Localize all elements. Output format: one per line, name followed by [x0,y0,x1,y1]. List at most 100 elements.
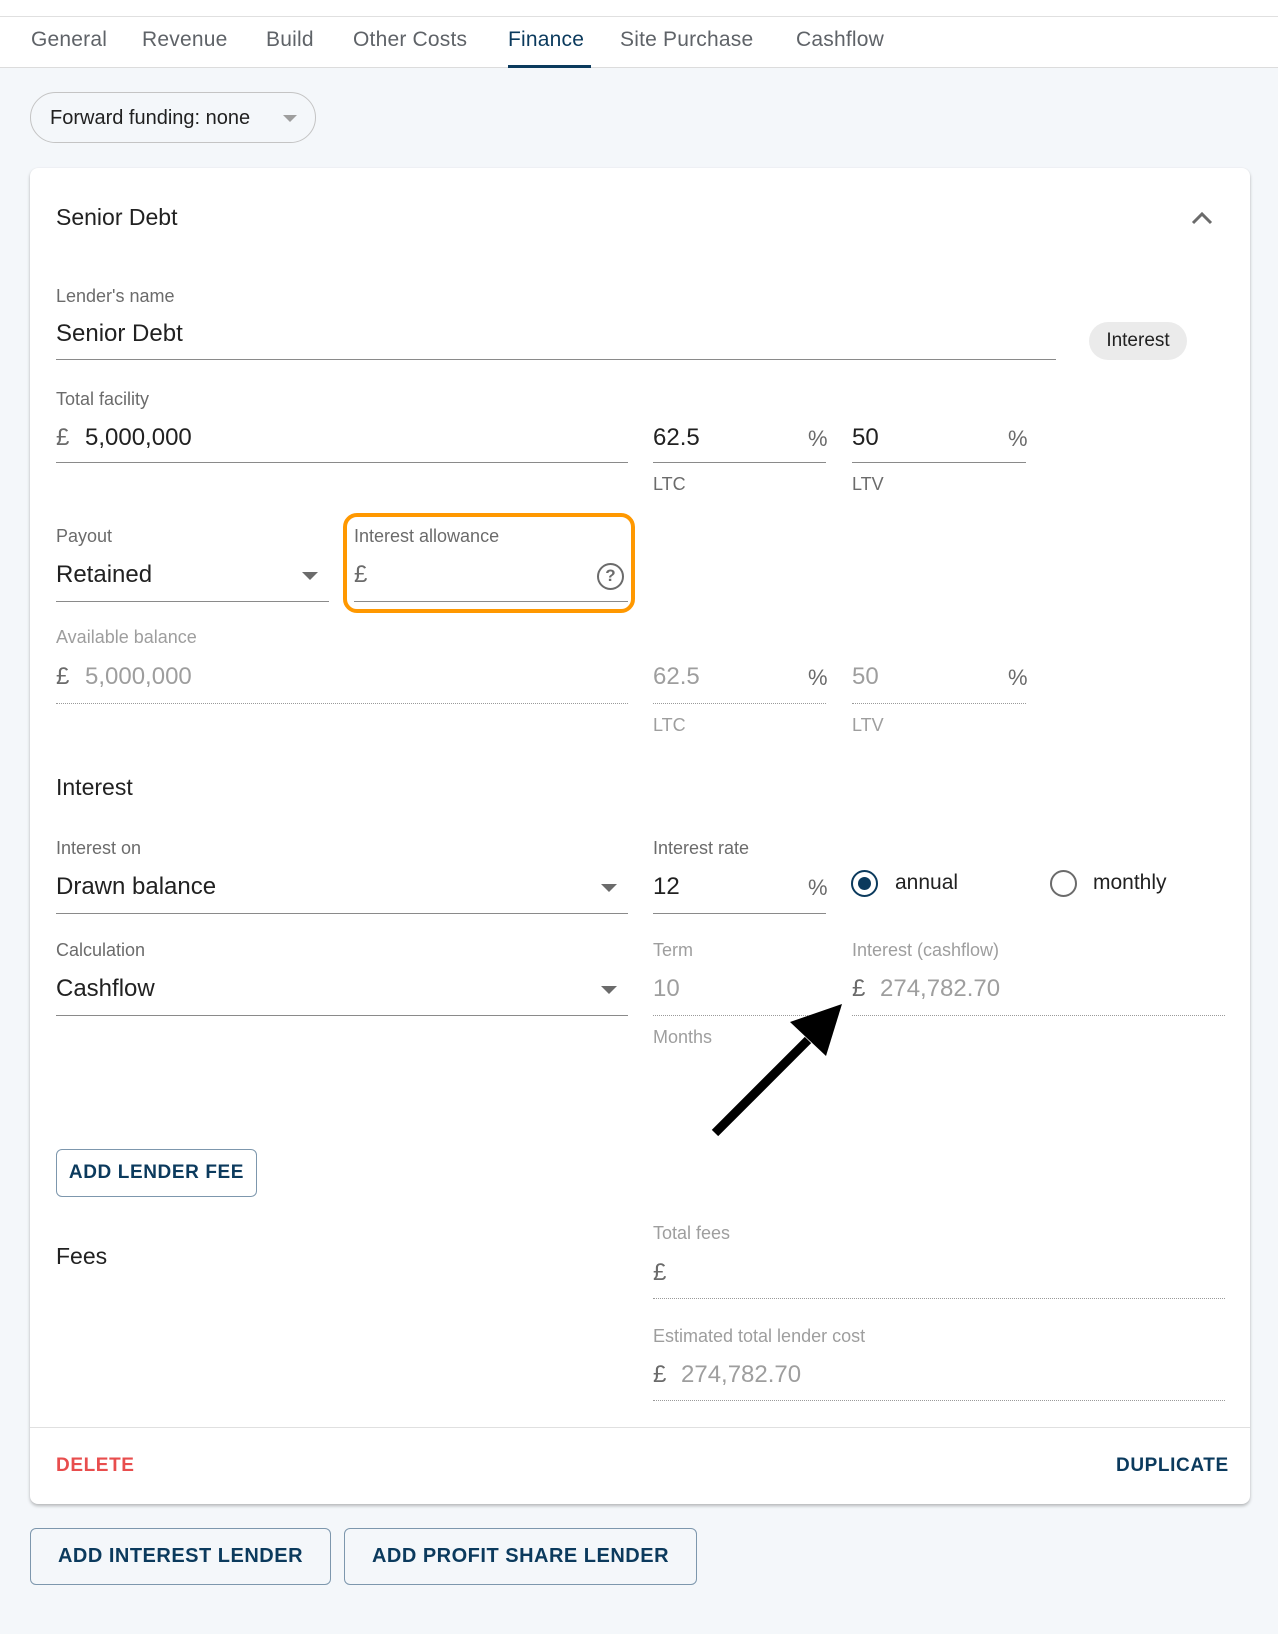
add-profit-share-lender-button[interactable]: ADD PROFIT SHARE LENDER [344,1528,697,1585]
currency-prefix: £ [653,1259,667,1286]
calculation-select[interactable]: Cashflow [56,964,628,1014]
available-ltc-value: 62.5 [653,663,700,690]
total-fees-label: Total fees [653,1223,731,1243]
lender-name-input[interactable]: Senior Debt [56,308,1056,360]
forward-funding-label: Forward funding: none [50,107,251,129]
tab-other-costs[interactable]: Other Costs [353,28,467,52]
estimated-total-lender-cost-label: Estimated total lender cost [653,1326,866,1346]
interest-rate-underline [653,913,826,914]
tab-finance[interactable]: Finance [508,28,584,52]
term-field: 10 [653,964,826,1014]
tab-build[interactable]: Build [266,28,314,52]
ltv-underline [852,462,1026,463]
term-value: 10 [653,975,680,1002]
interest-on-underline [56,913,628,914]
radio-annual[interactable] [851,870,878,897]
term-label: Term [653,940,693,960]
add-interest-lender-button[interactable]: ADD INTEREST LENDER [30,1528,331,1585]
available-ltv-field: 50 % [852,652,1028,702]
total-fees-underline [653,1298,1225,1299]
currency-prefix: £ [852,975,866,1002]
percent-suffix: % [808,665,828,690]
active-tab-indicator [508,65,591,68]
total-facility-input[interactable]: £ 5,000,000 [56,413,628,463]
lender-name-underline [56,359,1056,360]
term-underline [653,1015,826,1016]
calculation-value: Cashflow [56,975,155,1002]
interest-on-select[interactable]: Drawn balance [56,862,628,912]
ltv-helper: LTV [852,474,884,494]
ltv-input[interactable]: 50 % [852,413,1028,463]
radio-monthly-label[interactable]: monthly [1093,871,1167,895]
lender-name-value: Senior Debt [56,320,183,347]
dropdown-caret-icon [601,986,617,994]
delete-button[interactable]: DELETE [56,1455,135,1477]
payout-select[interactable]: Retained [56,550,329,600]
interest-allowance-underline [354,601,628,602]
calculation-label: Calculation [56,940,146,960]
currency-prefix: £ [56,663,70,690]
percent-suffix: % [1008,665,1028,690]
ltc-input[interactable]: 62.5 % [653,413,828,463]
term-helper: Months [653,1027,713,1047]
available-ltv-helper: LTV [852,715,884,735]
available-ltc-field: 62.5 % [653,652,828,702]
interest-cashflow-underline [852,1015,1225,1016]
tab-revenue[interactable]: Revenue [142,28,227,52]
total-facility-value: 5,000,000 [85,424,192,451]
tab-site-purchase[interactable]: Site Purchase [620,28,753,52]
tab-general[interactable]: General [31,28,107,52]
interest-rate-value: 12 [653,873,680,900]
forward-funding-select[interactable]: Forward funding: none [30,92,316,143]
interest-allowance-label: Interest allowance [354,526,500,546]
estimated-total-lender-cost-underline [653,1400,1225,1401]
ltc-underline [653,462,826,463]
payout-underline [56,601,329,602]
interest-cashflow-field: £ 274,782.70 [852,964,1225,1014]
card-footer-divider [30,1427,1250,1428]
currency-prefix: £ [653,1361,667,1388]
calculation-underline [56,1015,628,1016]
dropdown-caret-icon [283,115,297,122]
add-lender-fee-button[interactable]: ADD LENDER FEE [56,1149,257,1197]
lender-card-title: Senior Debt [56,204,178,230]
available-balance-label: Available balance [56,627,197,647]
available-ltv-value: 50 [852,663,879,690]
dropdown-caret-icon [601,884,617,892]
available-ltc-underline [653,703,826,704]
help-icon[interactable]: ? [597,563,624,590]
radio-monthly[interactable] [1050,870,1077,897]
tab-cashflow[interactable]: Cashflow [796,28,884,52]
interest-rate-label: Interest rate [653,838,750,858]
lender-type-chip: Interest [1089,322,1187,360]
estimated-total-lender-cost-value: 274,782.70 [681,1361,802,1388]
ltc-value: 62.5 [653,424,700,451]
available-ltv-underline [852,703,1026,704]
chevron-up-icon[interactable] [1190,210,1214,226]
radio-annual-label[interactable]: annual [895,871,958,895]
duplicate-button[interactable]: DUPLICATE [1116,1455,1229,1477]
estimated-total-lender-cost-field: £ 274,782.70 [653,1350,1225,1400]
available-balance-field: £ 5,000,000 [56,652,628,702]
dropdown-caret-icon [302,572,318,580]
currency-prefix: £ [354,561,368,588]
total-facility-underline [56,462,628,463]
interest-section-title: Interest [56,774,133,800]
total-facility-label: Total facility [56,389,150,409]
percent-suffix: % [1008,426,1028,451]
available-balance-value: 5,000,000 [85,663,192,690]
lender-name-label: Lender's name [56,286,175,306]
tab-bar: General Revenue Build Other Costs Financ… [0,17,1278,68]
interest-allowance-input[interactable]: £ [354,550,628,600]
currency-prefix: £ [56,424,70,451]
fees-section-title: Fees [56,1243,108,1269]
ltv-value: 50 [852,424,879,451]
available-ltc-helper: LTC [653,715,686,735]
payout-value: Retained [56,561,153,588]
ltc-helper: LTC [653,474,686,494]
interest-rate-input[interactable]: 12 % [653,862,828,912]
total-fees-field: £ [653,1248,1225,1298]
interest-on-value: Drawn balance [56,873,217,900]
interest-cashflow-value: 274,782.70 [880,975,1001,1002]
percent-suffix: % [808,875,828,900]
